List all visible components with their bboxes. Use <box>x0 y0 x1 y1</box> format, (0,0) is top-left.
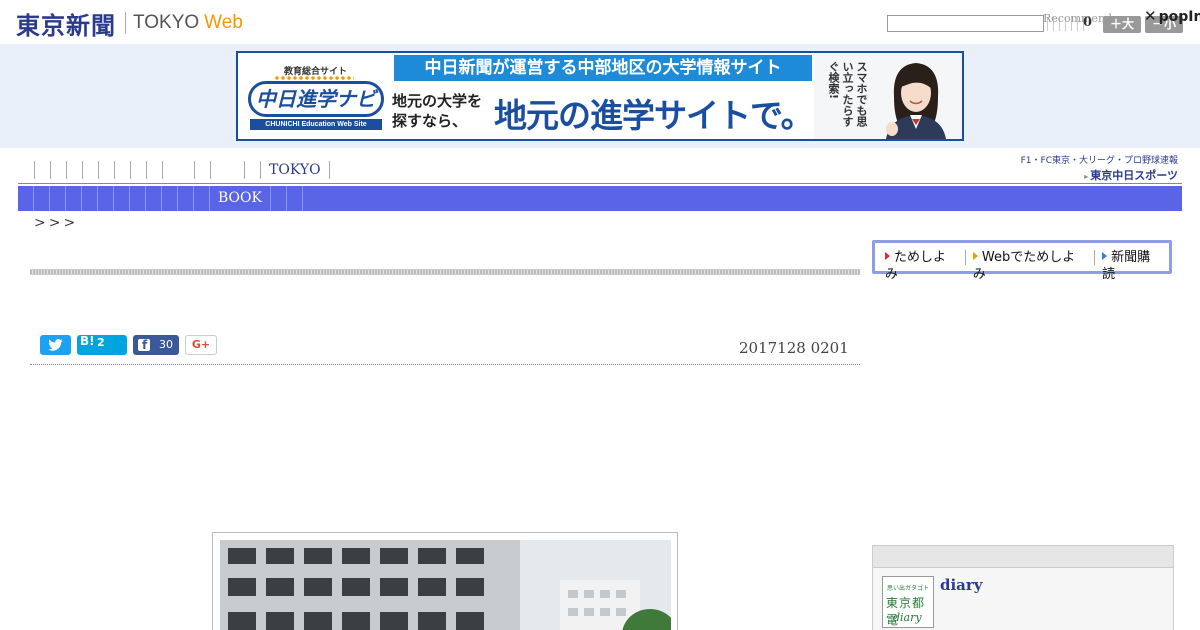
link-divider <box>964 250 966 265</box>
ad-logo-name: 中日進学ナビ <box>248 81 384 117</box>
category-nav-item[interactable] <box>178 186 194 211</box>
chevron-right-icon: ▸ <box>1084 172 1089 181</box>
nav-top-item[interactable] <box>130 161 146 179</box>
nav-top: TOKYO F1・FC東京・大リーグ・プロ野球速報 ▸ 東京中日スポーツ <box>18 152 1182 184</box>
sports-logo-name: 東京中日スポーツ <box>1090 169 1178 182</box>
hatena-bookmark-button[interactable]: B! 2 <box>77 334 127 355</box>
category-nav-item[interactable] <box>130 186 146 211</box>
ad-band: 教育総合サイト 中日進学ナビ CHUNICHI Education Web Si… <box>0 44 1200 148</box>
tameshiyomi-link[interactable]: ためしよみ <box>885 249 965 282</box>
web-tameshiyomi-link[interactable]: Webでためしよみ <box>972 249 1094 282</box>
ad-mid-big-copy: 地元の進学サイトで。 <box>494 96 814 135</box>
font-large-button[interactable]: ＋大 <box>1103 16 1141 33</box>
side-panel: 思い出ガタゴト 東京都電 diary diary <box>872 545 1174 630</box>
ad-mid-small-copy: 地元の大学を探すなら、 <box>392 92 483 130</box>
category-nav-item-book[interactable]: BOOK <box>210 186 271 211</box>
ad-right-panel: スマホでも思い立ったらすぐ検索! <box>814 53 962 139</box>
triangle-right-icon <box>885 252 890 260</box>
category-nav-item[interactable] <box>98 186 114 211</box>
hatena-b-icon: B! <box>80 334 95 348</box>
close-icon: ✕ <box>1144 7 1157 25</box>
category-nav-item[interactable] <box>50 186 66 211</box>
nav-top-item[interactable] <box>50 161 66 179</box>
ad-right-copy: スマホでも思い立ったらすぐ検索! <box>827 61 868 127</box>
search-input[interactable] <box>887 15 1044 32</box>
category-nav-bar: BOOK <box>18 186 1182 211</box>
nav-top-item[interactable] <box>98 161 114 179</box>
category-nav-item[interactable] <box>271 186 287 211</box>
site-logo[interactable]: 東京新聞 TOKYO Web <box>16 8 243 40</box>
category-nav-item[interactable] <box>34 186 50 211</box>
nav-top-items: TOKYO <box>34 161 330 179</box>
triangle-right-icon <box>972 252 978 260</box>
subscribe-box: ためしよみ Webでためしよみ 新聞購読 <box>872 240 1172 282</box>
category-nav-item[interactable] <box>114 186 130 211</box>
ad-person-image <box>872 57 958 139</box>
subscribe-label: 新聞購読 <box>1102 250 1151 282</box>
subscribe-links: ためしよみ Webでためしよみ 新聞購読 <box>885 249 1169 282</box>
nav-top-item-tokyo[interactable]: TOKYO <box>260 161 330 179</box>
ad-logo-sub: CHUNICHI Education Web Site <box>250 119 382 130</box>
date-divider <box>30 364 860 365</box>
share-buttons: B! 2 f 30 G+ <box>40 334 217 355</box>
logo-divider <box>125 12 126 34</box>
link-divider <box>1094 250 1096 265</box>
nav-top-item[interactable] <box>114 161 130 179</box>
web-tameshiyomi-label: Webでためしよみ <box>972 250 1076 282</box>
category-nav-item[interactable] <box>287 186 303 211</box>
site-header: 東京新聞 TOKYO Web Recommend 0 ＋大 －小 ✕ popIn <box>0 0 1200 44</box>
diary-link[interactable]: diary <box>940 576 983 594</box>
google-plus-share-button[interactable]: G+ <box>185 335 217 355</box>
twitter-share-button[interactable] <box>40 335 71 355</box>
nav-top-item[interactable] <box>66 161 82 179</box>
facebook-share-button[interactable]: f 30 <box>133 335 179 355</box>
category-nav-items: BOOK <box>18 186 303 211</box>
chunichi-sports-link[interactable]: F1・FC東京・大リーグ・プロ野球速報 ▸ 東京中日スポーツ <box>1018 153 1178 183</box>
twitter-bird-icon <box>48 339 63 351</box>
nav-top-item[interactable] <box>146 161 162 179</box>
publish-date: 2017128 0201 <box>739 339 849 357</box>
category-nav-item[interactable] <box>146 186 162 211</box>
logo-tokyo-shimbun: 東京新聞 <box>16 11 116 40</box>
logo-tokyo: TOKYO <box>133 12 200 33</box>
nav-top-item[interactable] <box>210 161 244 179</box>
hatena-count: 2 <box>97 336 105 349</box>
facebook-icon: f <box>138 338 150 352</box>
subscribe-link[interactable]: 新聞購読 <box>1102 249 1169 282</box>
title-divider <box>30 269 860 275</box>
nav-top-item[interactable] <box>82 161 98 179</box>
ad-logo-caption: 教育総合サイト <box>284 67 348 77</box>
diary-thumb-caption: 思い出ガタゴト <box>887 585 930 592</box>
article-photo[interactable] <box>220 540 671 630</box>
popin-close-button[interactable]: ✕ popIn <box>1144 7 1200 25</box>
ad-banner[interactable]: 教育総合サイト 中日進学ナビ CHUNICHI Education Web Si… <box>236 51 964 141</box>
article-photo-frame <box>212 532 678 630</box>
sports-tagline: F1・FC東京・大リーグ・プロ野球速報 <box>1020 156 1178 166</box>
recommend-count: 0 <box>1083 15 1093 30</box>
category-nav-item[interactable] <box>162 186 178 211</box>
ad-top-copy: 中日新聞が運営する中部地区の大学情報サイト <box>394 55 812 81</box>
category-nav-item[interactable] <box>194 186 210 211</box>
nav-top-item[interactable] <box>34 161 50 179</box>
sports-logo-text: ▸ 東京中日スポーツ <box>1018 167 1178 183</box>
diary-thumb-sub: diary <box>893 611 922 624</box>
page: 東京新聞 TOKYO Web Recommend 0 ＋大 －小 ✕ popIn … <box>0 0 1200 630</box>
breadcrumb[interactable]: >>> <box>34 215 78 231</box>
category-nav-item[interactable] <box>82 186 98 211</box>
category-nav-item[interactable] <box>18 186 34 211</box>
popin-label: popIn <box>1158 9 1200 25</box>
diary-thumbnail[interactable]: 思い出ガタゴト 東京都電 diary <box>882 576 934 628</box>
nav-top-item[interactable] <box>162 161 194 179</box>
nav-top-item[interactable] <box>194 161 210 179</box>
facebook-count: 30 <box>159 338 173 351</box>
triangle-right-icon <box>1102 252 1108 260</box>
side-panel-header <box>873 546 1173 568</box>
ad-logo: 教育総合サイト 中日進学ナビ CHUNICHI Education Web Si… <box>244 59 386 135</box>
category-nav-item[interactable] <box>66 186 82 211</box>
nav-top-item[interactable] <box>244 161 260 179</box>
tameshiyomi-label: ためしよみ <box>885 250 947 282</box>
recommend-label: Recommend <box>1043 12 1113 25</box>
logo-web: Web <box>204 12 243 33</box>
